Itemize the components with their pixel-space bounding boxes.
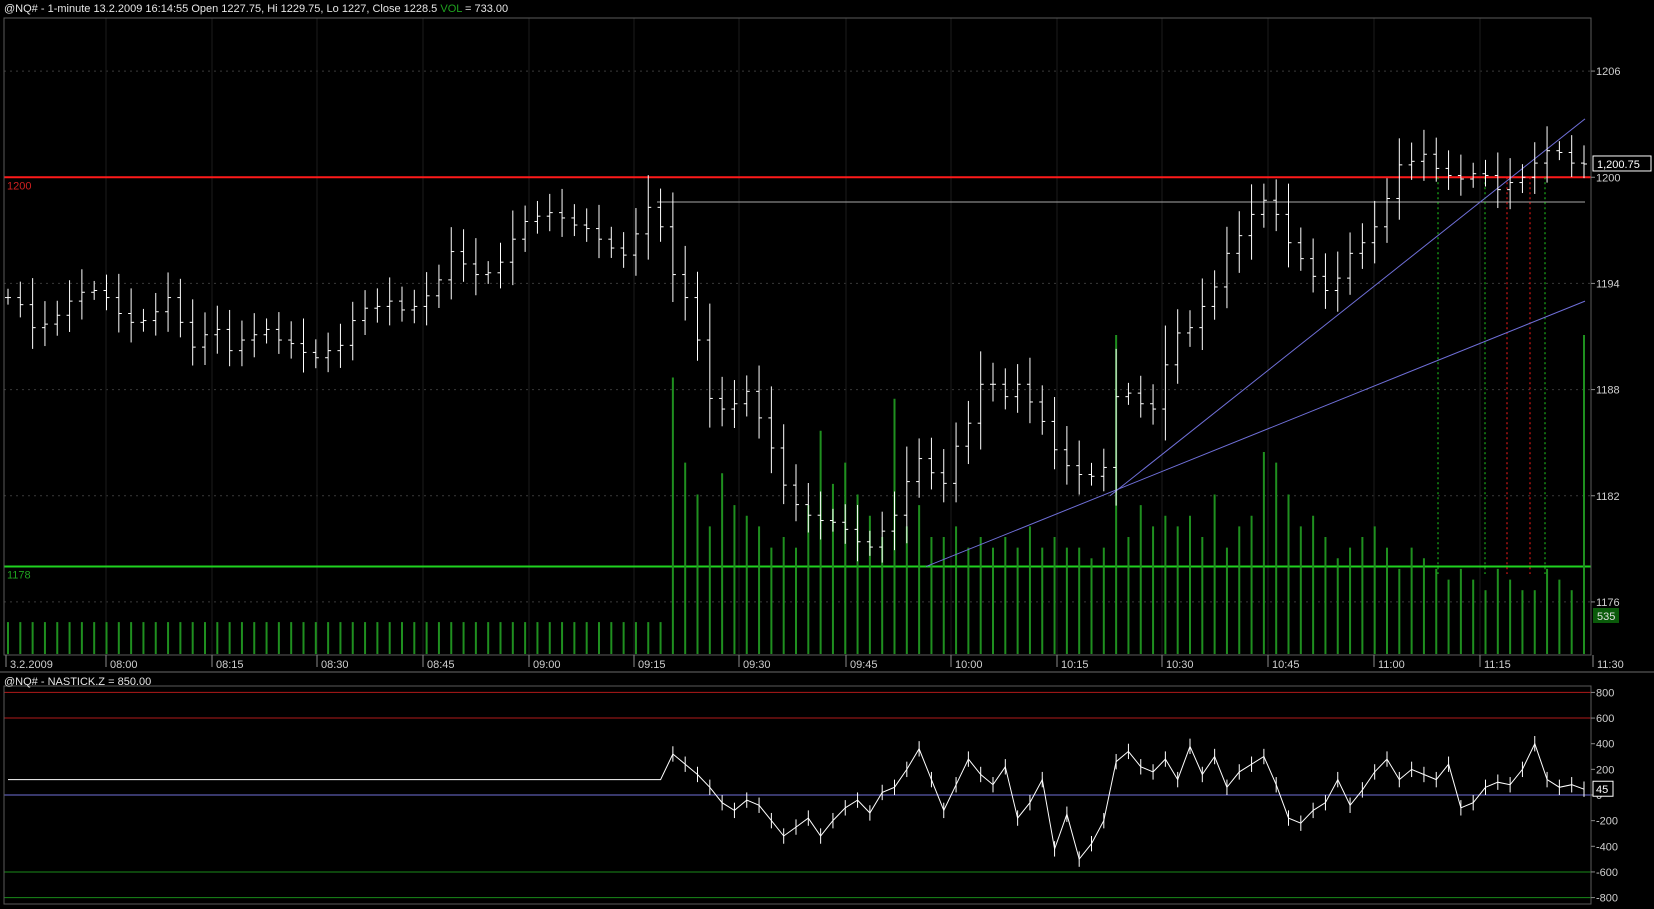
time-tick-label: 11:00 xyxy=(1378,659,1405,671)
oscillator-tick-label: -800 xyxy=(1596,893,1618,905)
header-symbol: @NQ# xyxy=(4,3,38,15)
trendline-lower xyxy=(925,300,1586,567)
last-price-label: 1,200.75 xyxy=(1597,159,1640,171)
trendline-upper xyxy=(1109,118,1586,497)
header-interval: 1-minute xyxy=(47,3,91,15)
header-vol-label: VOL xyxy=(440,3,462,15)
oscillator-tick-label: -600 xyxy=(1596,867,1618,879)
oscillator-series xyxy=(8,742,1585,861)
trendlines xyxy=(925,118,1586,567)
price-tick-label: 1200 xyxy=(1596,172,1620,184)
time-tick-label: 08:15 xyxy=(216,659,244,671)
chart-header: @NQ# - 1-minute 13.2.2009 16:14:55 Open … xyxy=(4,3,509,15)
price-tick-label: 1188 xyxy=(1596,385,1620,397)
indicator-header: @NQ# - NASTICK.Z = 850.00 xyxy=(4,676,152,688)
header-vol-value: 733.00 xyxy=(474,3,509,15)
support-label: 1178 xyxy=(7,570,31,582)
oscillator xyxy=(4,691,1591,899)
chart-canvas: 1200 1178 1176 1182 1188 1194 1200 1206 3.2.200… xyxy=(0,17,1654,905)
price-tick-label: 1176 xyxy=(1596,597,1620,609)
price-tick-label: 1182 xyxy=(1596,491,1620,503)
oscillator-tick-label: 800 xyxy=(1596,687,1614,699)
oscillator-tick-label: 600 xyxy=(1596,713,1614,725)
resistance-label: 1200 xyxy=(7,180,31,192)
header-close: 1228.5 xyxy=(403,3,438,15)
time-tick-label: 10:45 xyxy=(1272,659,1300,671)
price-tick-label: 1206 xyxy=(1596,66,1620,78)
price-bars xyxy=(5,126,1587,563)
horizontal-lines: 1200 1178 xyxy=(4,176,1591,582)
header-close-label: Close xyxy=(372,3,401,15)
last-oscillator-label: 45 xyxy=(1596,784,1608,796)
time-tick-label: 09:00 xyxy=(533,659,561,671)
time-tick-label: 11:30 xyxy=(1597,659,1624,671)
time-tick-label: 10:15 xyxy=(1061,659,1089,671)
time-tick-label: 08:30 xyxy=(321,659,349,671)
header-hi-label: Hi xyxy=(267,3,278,15)
time-tick-label: 08:00 xyxy=(110,659,138,671)
time-tick-label: 09:30 xyxy=(743,659,771,671)
time-tick-label: 11:15 xyxy=(1484,659,1511,671)
header-hi: 1229.75 xyxy=(280,3,321,15)
header-datetime: 13.2.2009 16:14:55 xyxy=(93,3,189,15)
header-lo-label: Lo xyxy=(326,3,339,15)
last-volume-label: 535 xyxy=(1597,611,1615,623)
header-lo: 1227 xyxy=(341,3,367,15)
indicator-name: NASTICK.Z xyxy=(47,676,106,688)
header-open: 1227.75 xyxy=(221,3,262,15)
time-tick-label: 09:15 xyxy=(638,659,666,671)
oscillator-tick-label: 200 xyxy=(1596,764,1614,776)
indicator-value: 850.00 xyxy=(117,676,152,688)
time-tick-label: 3.2.2009 xyxy=(10,659,53,671)
time-tick-label: 10:30 xyxy=(1166,659,1194,671)
time-tick-label: 10:00 xyxy=(955,659,983,671)
axes: 1176 1182 1188 1194 1200 1206 3.2.2009 08:00 08:… xyxy=(0,17,1654,905)
time-tick-label: 09:45 xyxy=(850,659,878,671)
header-open-label: Open xyxy=(191,3,219,15)
price-tick-label: 1194 xyxy=(1596,278,1620,290)
oscillator-tick-label: 400 xyxy=(1596,739,1614,751)
indicator-symbol: @NQ# xyxy=(4,676,38,688)
time-tick-label: 08:45 xyxy=(427,659,455,671)
oscillator-tick-label: -400 xyxy=(1596,841,1618,853)
oscillator-tick-label: -200 xyxy=(1596,816,1618,828)
